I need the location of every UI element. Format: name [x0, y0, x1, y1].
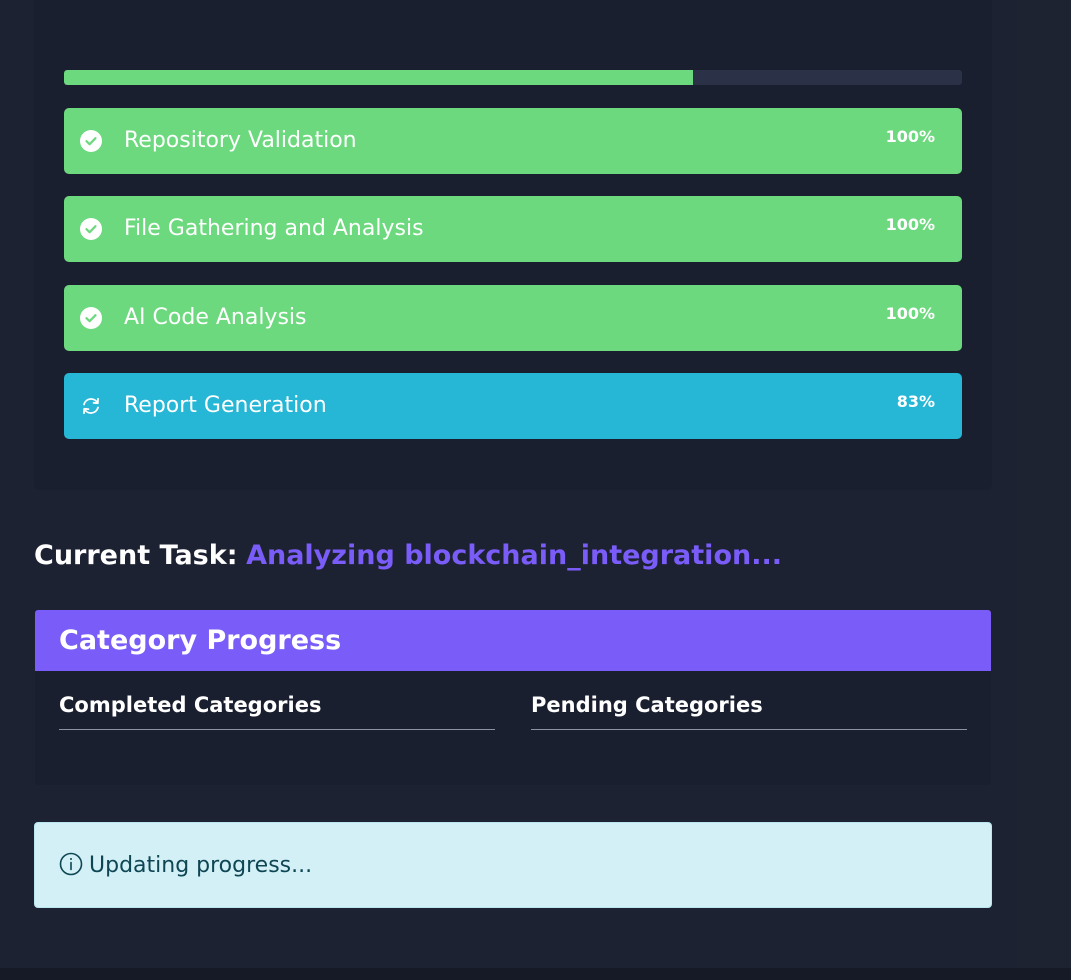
overall-progress-bar	[64, 70, 962, 85]
category-progress-title: Category Progress	[35, 610, 991, 671]
overall-progress-fill	[64, 70, 693, 85]
current-task-value: Analyzing blockchain_integration...	[246, 540, 782, 571]
right-gutter	[1017, 0, 1071, 980]
step-label: Repository Validation	[124, 128, 357, 153]
step-label: AI Code Analysis	[124, 305, 307, 330]
info-icon	[59, 827, 83, 876]
check-circle-icon	[80, 307, 102, 329]
pending-categories-heading: Pending Categories	[531, 693, 967, 730]
step-percent: 100%	[885, 127, 935, 146]
check-circle-icon	[80, 130, 102, 152]
step-file-gathering: File Gathering and Analysis 100%	[64, 196, 962, 262]
step-percent: 100%	[885, 304, 935, 323]
step-label: File Gathering and Analysis	[124, 216, 424, 241]
status-alert: Updating progress...	[34, 822, 992, 908]
refresh-icon	[80, 395, 102, 417]
current-task-label: Current Task:	[34, 540, 238, 571]
check-circle-icon	[80, 218, 102, 240]
step-report-generation: Report Generation 83%	[64, 373, 962, 439]
step-ai-code-analysis: AI Code Analysis 100%	[64, 285, 962, 351]
step-percent: 83%	[896, 392, 935, 411]
completed-categories-heading: Completed Categories	[59, 693, 495, 730]
bottom-strip	[0, 968, 1071, 980]
step-percent: 100%	[885, 215, 935, 234]
alert-text: Updating progress...	[89, 853, 313, 878]
category-progress-card: Category Progress Completed Categories P…	[35, 610, 991, 785]
step-repository-validation: Repository Validation 100%	[64, 108, 962, 174]
step-label: Report Generation	[124, 393, 327, 418]
current-task: Current Task: Analyzing blockchain_integ…	[34, 537, 782, 575]
